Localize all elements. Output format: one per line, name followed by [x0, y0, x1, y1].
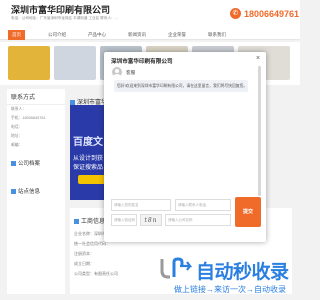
- watermark: 自动秒收录 做上链接→来访一次→自动收录: [158, 256, 296, 296]
- close-icon[interactable]: ×: [256, 55, 260, 63]
- info-icon: [11, 189, 16, 195]
- name-field[interactable]: 请输入您的姓名: [111, 199, 171, 211]
- site-header: 深圳市富华印刷有限公司 电话：公司地址：广东省深圳市龙岗区 平湖街道 工业区 联…: [0, 0, 300, 30]
- company-address: 电话：公司地址：广东省深圳市龙岗区 平湖街道 工业区 联系人：...: [11, 16, 118, 20]
- phone-placeholder: 请输入联系人电话: [178, 203, 206, 207]
- watermark-tagline: 做上链接→来访一次→自动收录: [174, 285, 286, 294]
- main-nav: 首页 公司介绍 产品中心 新闻资讯 企业荣誉 联系我们: [0, 30, 300, 40]
- contact-line: 地址：: [11, 134, 23, 138]
- agent-name: 客服: [126, 70, 136, 75]
- nav-item-news[interactable]: 新闻资讯: [128, 32, 146, 38]
- agent-avatar: [112, 67, 122, 77]
- product-thumb[interactable]: [8, 46, 50, 80]
- nav-item-contact[interactable]: 联系我们: [208, 32, 226, 38]
- dialog-title: 深圳市富华印刷有限公司: [111, 59, 173, 65]
- nav-item-honors[interactable]: 企业荣誉: [168, 32, 186, 38]
- watermark-brand: 自动秒收录: [196, 262, 289, 283]
- contact-line: 手机：18006649761: [11, 116, 46, 120]
- company-title: 深圳市富华印刷有限公司: [11, 5, 111, 15]
- nav-item-about[interactable]: 公司介绍: [48, 32, 66, 38]
- company-field[interactable]: 请输入公司名称: [165, 214, 231, 226]
- ad-line: 保证搜索品: [73, 165, 104, 171]
- chat-scrollbar[interactable]: [258, 66, 261, 196]
- contact-line: 电话：: [11, 125, 23, 129]
- captcha-image[interactable]: t8n: [140, 214, 162, 226]
- info-icon: [74, 218, 79, 224]
- site-info-heading: 站点信息: [7, 184, 65, 198]
- captcha-field[interactable]: 请输入验证码: [111, 214, 137, 226]
- contact-line: 联系人：: [11, 107, 27, 111]
- nav-item-products[interactable]: 产品中心: [88, 32, 106, 38]
- product-thumb[interactable]: [54, 46, 96, 80]
- greeting-bubble: 您好!欢迎来到深圳市富华印刷有限公司，请在这里留言，我们将尽快回复您。: [114, 80, 248, 92]
- nav-item-home[interactable]: 首页: [8, 30, 25, 40]
- company-profile-heading: 公司档案: [7, 156, 65, 170]
- name-placeholder: 请输入您的姓名: [114, 203, 139, 207]
- phone-icon: ✆: [230, 8, 241, 19]
- profile-icon: [11, 161, 16, 167]
- ad-title: 百度文: [73, 137, 103, 148]
- ad-line: 从设计到获: [73, 156, 104, 162]
- captcha-placeholder: 请输入验证码: [114, 218, 135, 222]
- watermark-logo-icon: [160, 257, 193, 279]
- contact-heading: 联系方式: [7, 89, 65, 105]
- company-phone[interactable]: 18006649761: [244, 9, 299, 19]
- phone-field[interactable]: 请输入联系人电话: [175, 199, 231, 211]
- submit-button[interactable]: 提交: [235, 197, 261, 227]
- contact-line: 邮编：: [11, 143, 23, 147]
- company-placeholder: 请输入公司名称: [168, 218, 193, 222]
- contact-sidebar: 联系方式 联系人： 手机：18006649761 电话： 地址： 邮编： 公司档…: [7, 89, 65, 294]
